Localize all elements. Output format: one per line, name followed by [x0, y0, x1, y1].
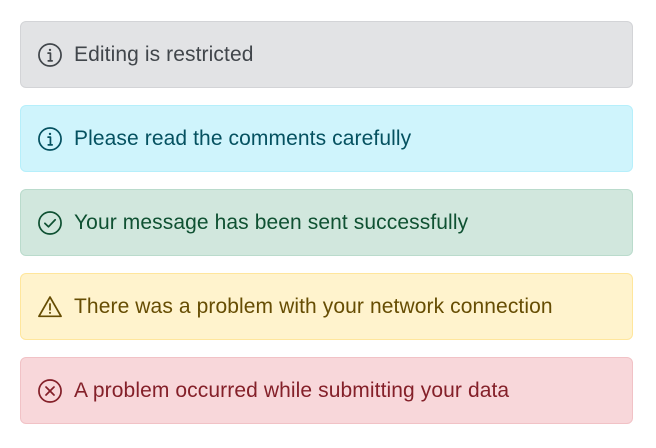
- alert-danger: A problem occurred while submitting your…: [20, 357, 633, 424]
- alerts-container: Editing is restricted Please read the co…: [0, 0, 656, 448]
- info-icon: [37, 42, 63, 68]
- info-icon: [37, 126, 63, 152]
- alert-info: Please read the comments carefully: [20, 105, 633, 172]
- x-circle-icon: [37, 378, 63, 404]
- alert-success: Your message has been sent successfully: [20, 189, 633, 256]
- alert-warning: There was a problem with your network co…: [20, 273, 633, 340]
- alert-message: A problem occurred while submitting your…: [74, 378, 510, 402]
- alert-message: Editing is restricted: [74, 42, 254, 66]
- alert-secondary: Editing is restricted: [20, 21, 633, 88]
- alert-message: Please read the comments carefully: [74, 126, 412, 150]
- alert-message: There was a problem with your network co…: [74, 294, 553, 318]
- warning-triangle-icon: [37, 294, 63, 320]
- check-circle-icon: [37, 210, 63, 236]
- alert-message: Your message has been sent successfully: [74, 210, 469, 234]
